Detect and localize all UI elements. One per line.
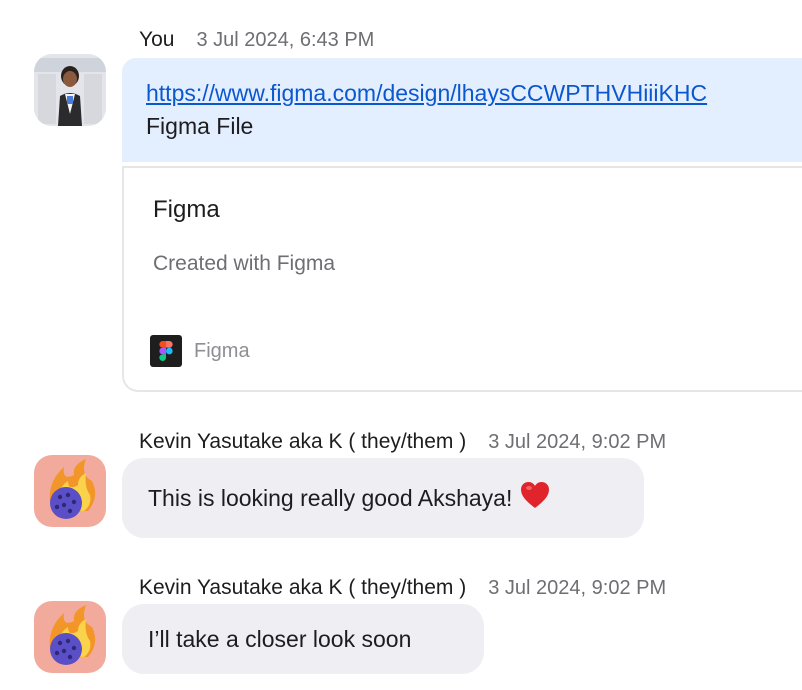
link-preview-card[interactable]: Figma Created with Figma Figma (122, 166, 802, 392)
avatar[interactable] (34, 601, 106, 673)
message-bubble: This is looking really good Akshaya! (122, 458, 644, 538)
preview-source: Figma (150, 335, 250, 367)
message-text: This is looking really good Akshaya! (148, 484, 513, 511)
message-text: I’ll take a closer look soon (148, 625, 412, 652)
message-header: Kevin Yasutake aka K ( they/them ) 3 Jul… (139, 576, 666, 600)
preview-description: Created with Figma (153, 252, 336, 275)
message-bubble: I’ll take a closer look soon (122, 604, 484, 674)
figma-link[interactable]: https://www.figma.com/design/lhaysCCWPTH… (146, 80, 802, 107)
avatar[interactable] (34, 54, 106, 126)
sender-name[interactable]: Kevin Yasutake aka K ( they/them ) (139, 576, 466, 600)
chat-feed: You 3 Jul 2024, 6:43 PM https://www.figm… (0, 0, 802, 690)
flaming-ball-avatar (34, 601, 106, 673)
message-bubble-self: https://www.figma.com/design/lhaysCCWPTH… (122, 58, 802, 162)
preview-title: Figma (153, 196, 220, 223)
flaming-ball-avatar (34, 455, 106, 527)
preview-source-label: Figma (194, 339, 250, 362)
heart-icon (520, 481, 550, 515)
timestamp: 3 Jul 2024, 9:02 PM (488, 431, 667, 453)
user-photo-avatar (34, 54, 106, 126)
message-header: You 3 Jul 2024, 6:43 PM (139, 28, 374, 52)
figma-logo-icon (150, 335, 182, 367)
sender-name[interactable]: You (139, 28, 174, 52)
timestamp: 3 Jul 2024, 6:43 PM (196, 29, 375, 51)
link-caption: Figma File (146, 113, 254, 139)
timestamp: 3 Jul 2024, 9:02 PM (488, 577, 667, 599)
message-header: Kevin Yasutake aka K ( they/them ) 3 Jul… (139, 430, 666, 454)
avatar[interactable] (34, 455, 106, 527)
sender-name[interactable]: Kevin Yasutake aka K ( they/them ) (139, 430, 466, 454)
